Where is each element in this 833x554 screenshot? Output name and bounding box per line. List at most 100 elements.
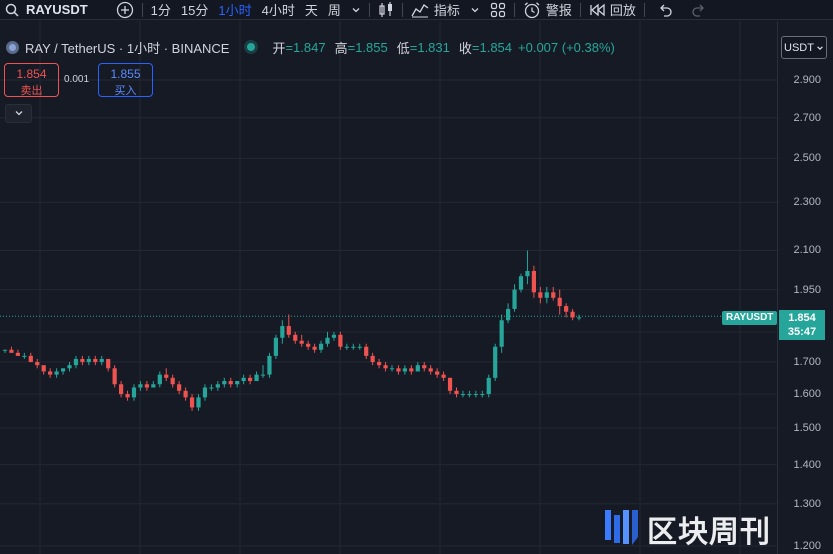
candle-body: [138, 384, 143, 388]
candle-body: [99, 358, 104, 363]
candle-body: [273, 337, 278, 356]
candlestick-chart[interactable]: [0, 21, 777, 554]
candle: [525, 250, 530, 285]
bar-countdown: 35:47: [787, 326, 817, 338]
candle: [60, 368, 66, 375]
candle-body: [506, 308, 511, 321]
low-label: 低: [396, 40, 410, 56]
alarm-clock-icon: [523, 1, 541, 19]
plus-circle-icon: [116, 1, 134, 19]
candle-body: [112, 368, 117, 385]
search-icon[interactable]: [0, 0, 24, 20]
candle-body: [570, 311, 575, 318]
interval-1m-button[interactable]: 1分: [146, 0, 176, 20]
candle: [447, 377, 453, 395]
candle: [15, 349, 20, 356]
candle: [422, 362, 427, 372]
candle-body: [344, 346, 349, 348]
candle: [170, 374, 175, 388]
candle-body: [177, 384, 182, 391]
sell-button[interactable]: 1.854 卖出: [4, 63, 59, 97]
price-tick-label: 2.300: [793, 196, 821, 209]
candle-body: [222, 381, 227, 385]
candle: [228, 377, 233, 388]
candle-body: [531, 270, 536, 293]
candle: [344, 343, 349, 350]
candle-body: [389, 368, 395, 370]
undo-button[interactable]: [648, 0, 682, 20]
candle-body: [441, 374, 446, 378]
interval-15m-button[interactable]: 15分: [176, 0, 213, 20]
chart-type-button[interactable]: [373, 0, 399, 20]
candle-body: [576, 317, 582, 319]
symbol-search-button[interactable]: RAYUSDT: [24, 0, 93, 20]
candle: [435, 368, 440, 378]
currency-select[interactable]: USDT: [781, 36, 827, 59]
candle: [557, 289, 562, 315]
interval-1d-button[interactable]: 天: [300, 0, 323, 20]
candle: [493, 343, 498, 382]
candle-body: [286, 326, 291, 335]
candle-body: [48, 371, 53, 375]
candle: [364, 343, 369, 359]
candle: [215, 381, 220, 391]
candle: [164, 368, 169, 382]
candle-body: [157, 374, 162, 385]
interval-dropdown-button[interactable]: [346, 0, 366, 20]
redo-button[interactable]: [682, 0, 716, 20]
toolbar-divider: [141, 2, 143, 17]
candle: [486, 374, 491, 398]
candle: [396, 365, 401, 375]
watermark-logo-icon: [603, 507, 641, 552]
collapse-legend-button[interactable]: [5, 104, 32, 123]
alert-button[interactable]: 警报: [518, 0, 577, 20]
candle: [260, 365, 266, 378]
layout-button[interactable]: [485, 0, 511, 20]
high-label: 高: [334, 40, 348, 56]
candle: [383, 362, 388, 372]
candle-body: [60, 368, 66, 372]
toolbar-divider: [579, 2, 581, 17]
candle-body: [183, 390, 188, 398]
candle-body: [402, 368, 407, 372]
price-axis[interactable]: 2.9002.7002.5002.3002.1001.9501.8001.700…: [777, 21, 833, 554]
indicators-dropdown-button[interactable]: [465, 0, 485, 20]
compare-add-button[interactable]: [111, 0, 139, 20]
top-toolbar: RAYUSDT 1分 15分 1小时 4小时 天 周 指标 警报 回放: [0, 0, 833, 20]
candle-body: [467, 394, 472, 396]
candle: [151, 381, 156, 388]
candle: [473, 390, 478, 398]
candle-body: [131, 387, 137, 398]
candle: [157, 371, 162, 388]
indicators-label: 指标: [433, 3, 460, 18]
candle: [73, 355, 79, 369]
candle: [196, 394, 201, 411]
candle-body: [151, 384, 156, 388]
candle-body: [202, 387, 208, 398]
interval-1h-button[interactable]: 1小时: [213, 0, 256, 20]
chart-canvas[interactable]: [0, 21, 777, 554]
candle: [254, 371, 259, 382]
candle: [144, 381, 149, 391]
buy-button[interactable]: 1.855 买入: [98, 63, 153, 97]
open-label: 开: [272, 40, 286, 56]
interval-1w-button[interactable]: 周: [323, 0, 346, 20]
interval-4h-button[interactable]: 4小时: [257, 0, 300, 20]
candle: [415, 362, 420, 372]
buy-price: 1.855: [110, 67, 141, 81]
candle: [409, 365, 414, 375]
candle-body: [460, 394, 466, 396]
candle: [402, 365, 407, 375]
candle: [202, 384, 208, 401]
price-tick-label: 2.500: [793, 152, 821, 165]
candle: [480, 390, 485, 398]
candle: [131, 384, 137, 401]
candle: [2, 349, 8, 353]
grid-layout-icon: [490, 2, 506, 18]
replay-button[interactable]: 回放: [584, 0, 641, 20]
indicators-button[interactable]: 指标: [406, 0, 465, 20]
candle-body: [254, 374, 259, 382]
candle-body: [299, 340, 304, 344]
chevron-down-icon: [470, 5, 480, 15]
candle: [512, 284, 517, 312]
